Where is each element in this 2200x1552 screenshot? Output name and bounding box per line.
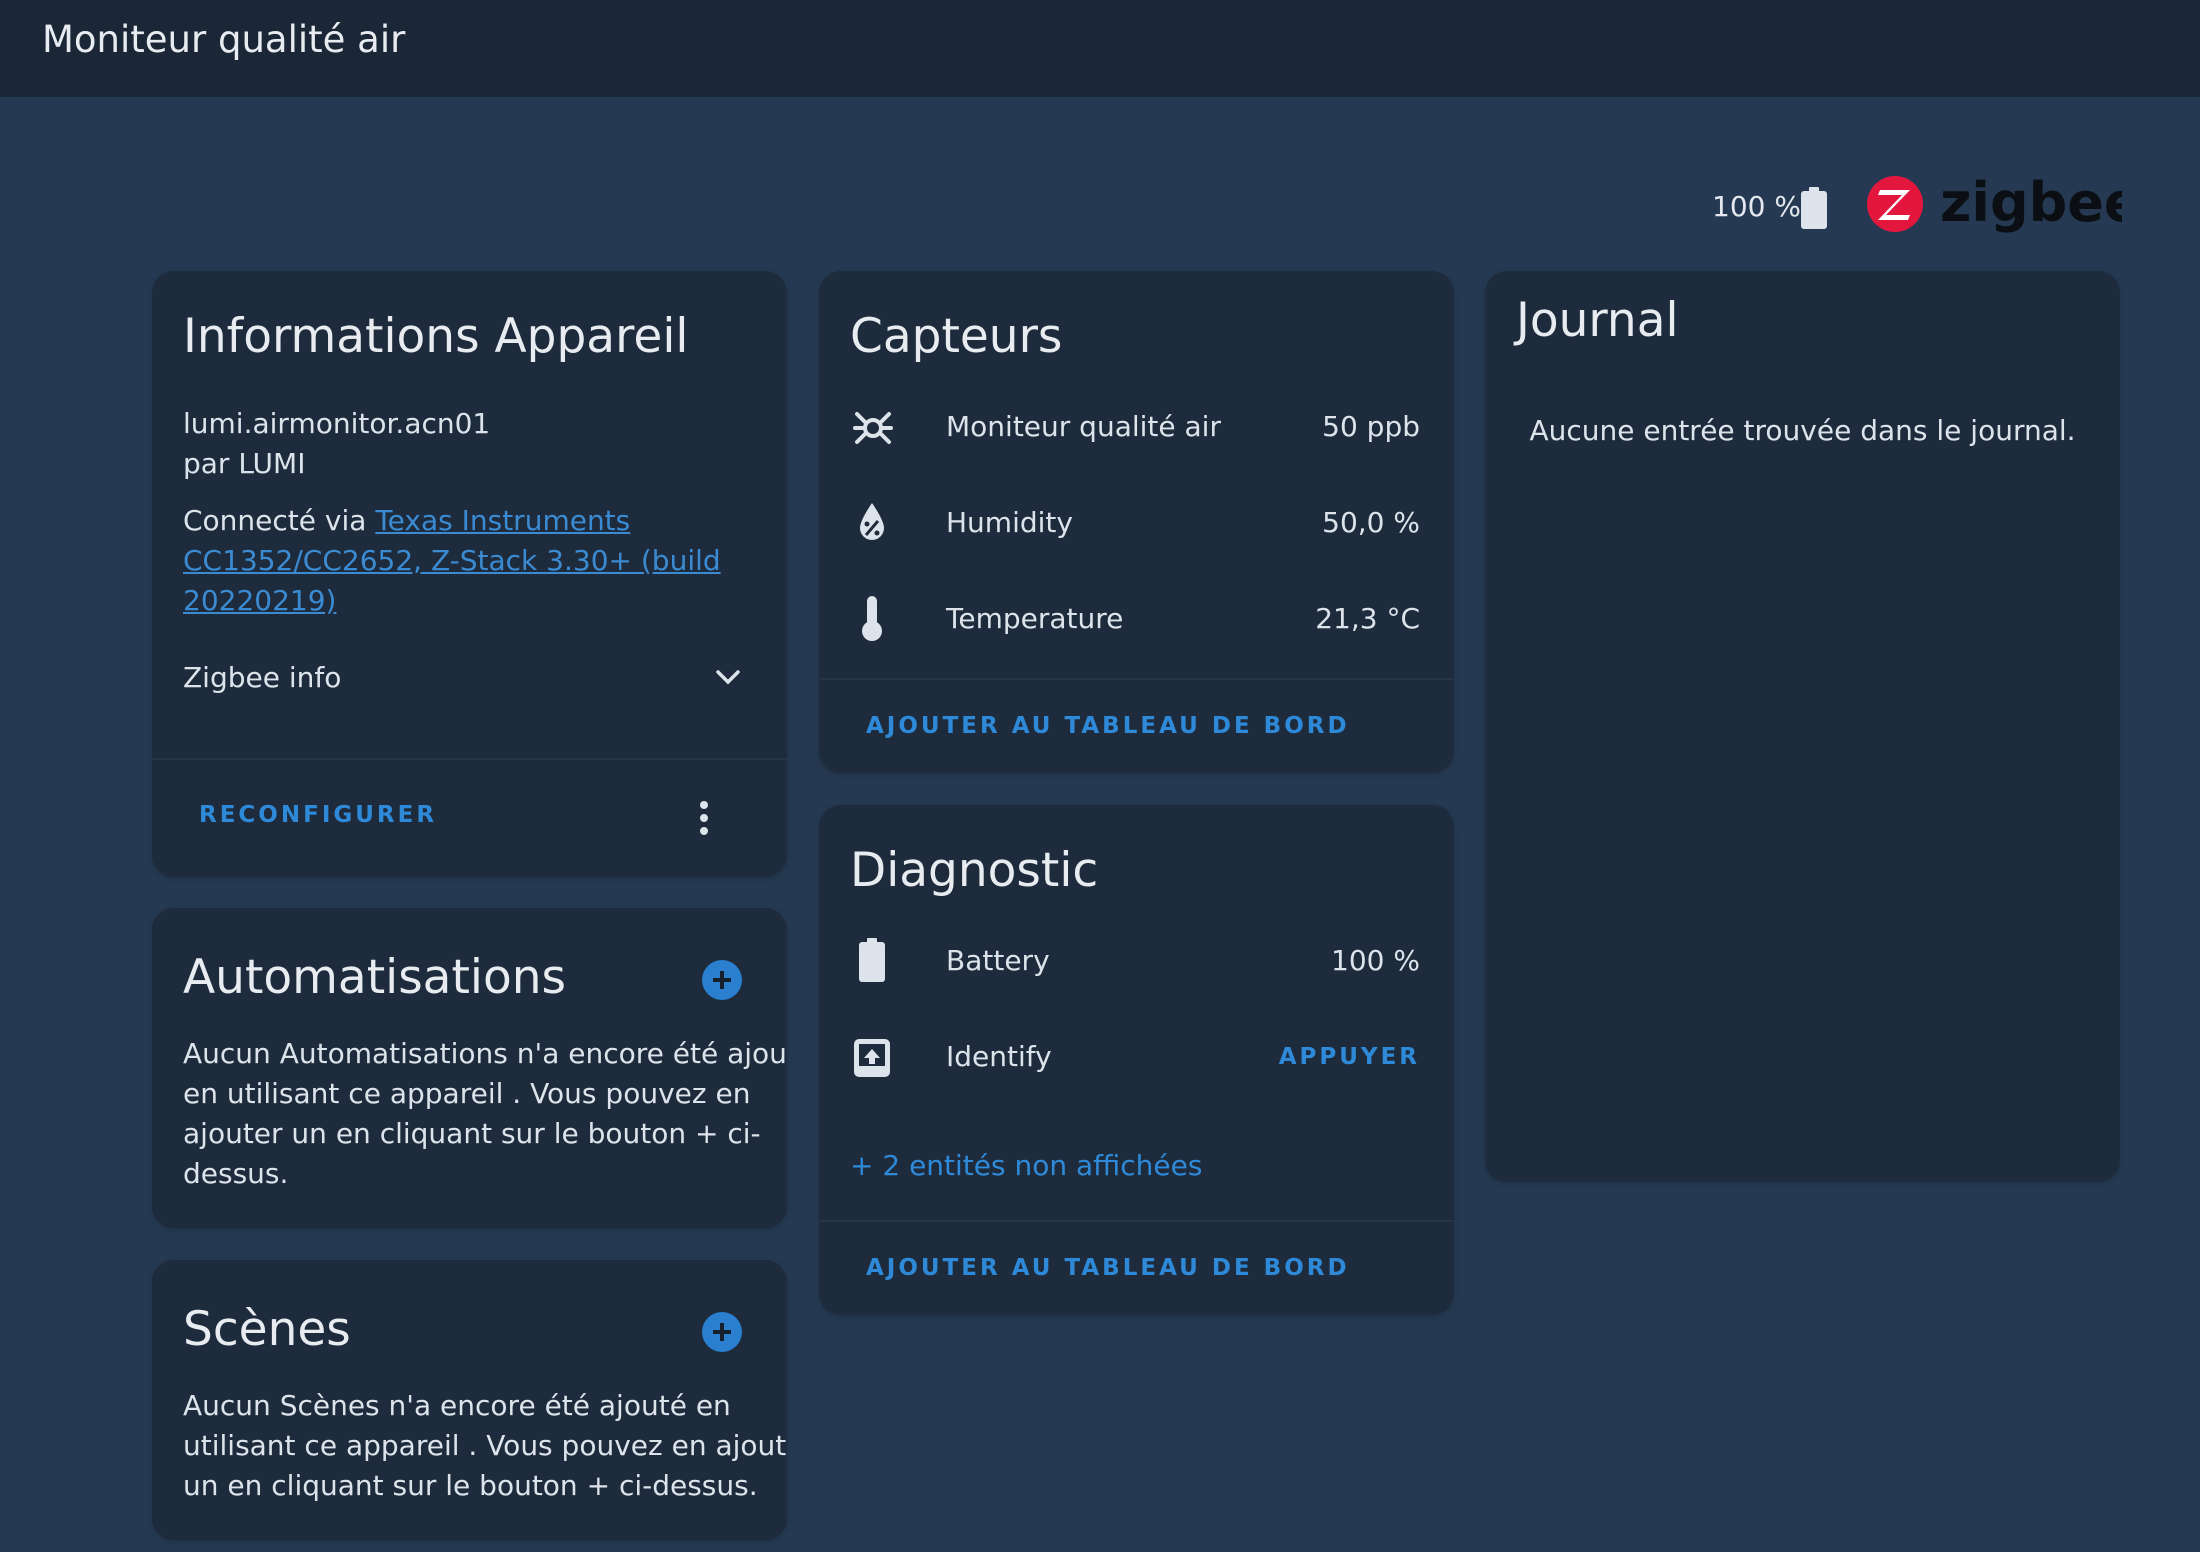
automations-empty-text: Aucun Automatisations n'a encore été ajo…	[183, 1034, 787, 1194]
zigbee-info-label: Zigbee info	[183, 661, 342, 694]
diagnostic-label: Identify	[946, 1040, 1052, 1073]
chevron-down-icon	[716, 670, 740, 685]
battery-status-label: 100 %	[1712, 190, 1801, 223]
sensor-value: 50,0 %	[1322, 506, 1420, 539]
scenes-card: Scènes Aucun Scènes n'a encore été ajout…	[152, 1260, 787, 1540]
scenes-text-line: Aucun Scènes n'a encore été ajouté en	[183, 1389, 731, 1422]
card-divider	[819, 678, 1454, 680]
sensor-label: Humidity	[946, 506, 1073, 539]
device-info-title: Informations Appareil	[183, 309, 689, 364]
scenes-title: Scènes	[183, 1302, 351, 1357]
journal-empty-text: Aucune entrée trouvée dans le journal.	[1529, 414, 2076, 447]
automations-card: Automatisations Aucun Automatisations n'…	[152, 908, 787, 1228]
sensors-card: Capteurs Moniteur qualité air 50 ppb Hum…	[819, 271, 1454, 773]
card-divider	[152, 758, 787, 760]
add-automation-button[interactable]	[702, 960, 742, 1000]
page-title: Moniteur qualité air	[42, 18, 406, 61]
identify-press-button[interactable]: APPUYER	[1279, 1044, 1420, 1070]
sensor-value: 21,3 °C	[1315, 602, 1420, 635]
sensor-row-humidity[interactable]: Humidity 50,0 %	[819, 482, 1454, 566]
connected-via: Connecté via Texas Instruments CC1352/CC2…	[183, 501, 743, 621]
sensor-row-temperature[interactable]: Temperature 21,3 °C	[819, 578, 1454, 662]
journal-card: Journal Aucune entrée trouvée dans le jo…	[1485, 271, 2120, 1182]
hidden-entities-link[interactable]: + 2 entités non affichées	[850, 1149, 1202, 1182]
connected-via-prefix: Connecté via	[183, 504, 376, 537]
sensor-label: Moniteur qualité air	[946, 410, 1221, 443]
sensor-label: Temperature	[946, 602, 1124, 635]
coordinator-link-line2[interactable]: CC1352/CC2652, Z-Stack 3.30+ (build	[183, 544, 721, 577]
sensor-value: 50 ppb	[1322, 410, 1420, 443]
top-app-bar: Moniteur qualité air	[0, 0, 2200, 97]
battery-icon	[859, 938, 885, 982]
automations-text-line: en utilisant ce appareil . Vous pouvez e…	[183, 1077, 751, 1110]
thermometer-icon	[862, 596, 882, 641]
scenes-text-line: un en cliquant sur le bouton + ci-dessus…	[183, 1469, 758, 1502]
diagnostic-title: Diagnostic	[850, 843, 1099, 898]
battery-icon	[1801, 187, 1827, 233]
journal-title: Journal	[1516, 293, 1679, 348]
automations-text-line: dessus.	[183, 1157, 289, 1190]
sensor-row-air-quality[interactable]: Moniteur qualité air 50 ppb	[819, 386, 1454, 470]
automations-text-line: Aucun Automatisations n'a encore été ajo…	[183, 1037, 787, 1070]
diagnostic-row-battery[interactable]: Battery 100 %	[819, 920, 1454, 1004]
device-model: lumi.airmonitor.acn01	[183, 407, 491, 440]
scenes-text-line: utilisant ce appareil . Vous pouvez en a…	[183, 1429, 787, 1462]
zigbee-info-expander[interactable]: Zigbee info	[183, 655, 743, 705]
diagnostic-value: 100 %	[1331, 944, 1420, 977]
air-filter-icon	[853, 412, 893, 444]
zigbee-logo-text: zigbee	[1940, 173, 2122, 234]
device-info-card: Informations Appareil lumi.airmonitor.ac…	[152, 271, 787, 877]
more-options-icon[interactable]	[700, 801, 710, 840]
device-manufacturer: par LUMI	[183, 447, 306, 480]
add-to-dashboard-button[interactable]: AJOUTER AU TABLEAU DE BORD	[866, 713, 1350, 739]
scenes-empty-text: Aucun Scènes n'a encore été ajouté en ut…	[183, 1386, 787, 1506]
automations-text-line: ajouter un en cliquant sur le bouton + c…	[183, 1117, 761, 1150]
zigbee-logo: zigbee	[1866, 171, 2141, 239]
card-divider	[819, 1220, 1454, 1222]
water-percent-icon	[860, 503, 884, 540]
tray-arrow-up-icon	[854, 1039, 890, 1077]
automations-title: Automatisations	[183, 950, 566, 1005]
diagnostic-label: Battery	[946, 944, 1050, 977]
add-scene-button[interactable]	[702, 1312, 742, 1352]
diagnostic-row-identify: Identify APPUYER	[819, 1016, 1454, 1100]
coordinator-link-line1[interactable]: Texas Instruments	[375, 504, 630, 537]
reconfigure-button[interactable]: RECONFIGURER	[199, 802, 437, 828]
add-to-dashboard-button[interactable]: AJOUTER AU TABLEAU DE BORD	[866, 1255, 1350, 1281]
diagnostic-card: Diagnostic Battery 100 % Identify APPUYE…	[819, 805, 1454, 1315]
coordinator-link-line3[interactable]: 20220219)	[183, 584, 336, 617]
sensors-title: Capteurs	[850, 309, 1063, 364]
